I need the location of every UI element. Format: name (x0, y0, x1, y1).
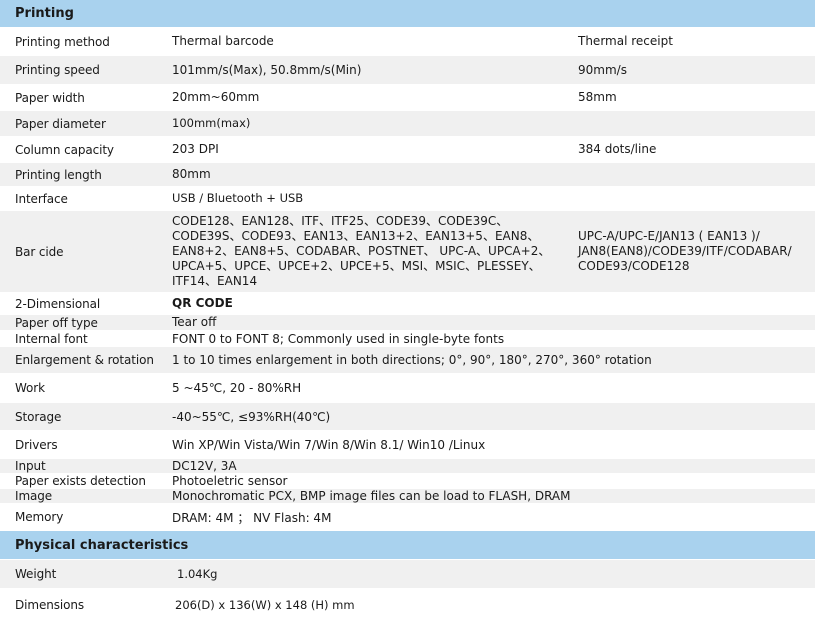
table-row-image: Image Monochromatic PCX, BMP image files… (0, 489, 815, 504)
value: 100mm(max) (172, 116, 251, 130)
table-row-printing-speed: Printing speed 101mm/s(Max), 50.8mm/s(Mi… (0, 56, 815, 85)
row-label: Drivers (15, 437, 58, 452)
row-label: Paper diameter (15, 116, 106, 131)
value: 80mm (172, 167, 211, 181)
barcode-value: 20mm~60mm (172, 90, 260, 104)
row-label: Column capacity (15, 142, 114, 157)
table-row-paper-width: Paper width 20mm~60mm 58mm (0, 85, 815, 111)
row-label: Printing method (15, 34, 110, 49)
value: 1 to 10 times enlargement in both direct… (172, 353, 652, 367)
value: DC12V, 3A (172, 459, 237, 473)
section-header-printing: Printing (0, 0, 815, 28)
section-title: Printing (15, 6, 74, 21)
row-label: Printing speed (15, 63, 100, 77)
table-row-internal-font: Internal font FONT 0 to FONT 8; Commonly… (0, 331, 815, 347)
row-label: Dimensions (15, 597, 85, 612)
row-label: Memory (15, 510, 64, 524)
table-row-memory: Memory DRAM: 4M ； NV Flash: 4M (0, 504, 815, 531)
row-label: Internal font (15, 331, 88, 346)
spec-table: Printing Printing method Thermal barcode… (0, 0, 815, 621)
table-row-input: Input DC12V, 3A (0, 459, 815, 474)
value: Monochromatic PCX, BMP image files can b… (172, 489, 571, 503)
receipt-value: 90mm/s (578, 62, 627, 77)
row-label: Interface (15, 191, 68, 206)
value: DRAM: 4M ； NV Flash: 4M (172, 510, 332, 525)
row-label: Paper width (15, 90, 85, 105)
table-row-2d: 2-Dimensional QR CODE (0, 293, 815, 315)
value: 206(D) x 136(W) x 148 (H) mm (175, 597, 355, 612)
value: -40~55℃, ≤93%RH(40℃) (172, 409, 331, 424)
value: QR CODE (172, 296, 233, 310)
table-row-drivers: Drivers Win XP/Win Vista/Win 7/Win 8/Win… (0, 431, 815, 459)
table-row-printing-method: Printing method Thermal barcode Thermal … (0, 28, 815, 56)
row-label: 2-Dimensional (15, 296, 101, 311)
receipt-value: Thermal receipt (578, 34, 673, 48)
table-row-paper-diameter: Paper diameter 100mm(max) (0, 111, 815, 137)
receipt-value: 384 dots/line (578, 142, 657, 156)
row-label: Paper off type (15, 315, 98, 330)
barcode-value: 203 DPI (172, 142, 219, 156)
table-row-barcode: Bar cide CODE128、EAN128、ITF、ITF25、CODE39… (0, 211, 815, 293)
row-label: Enlargement & rotation (15, 353, 154, 367)
table-row-paper-detection: Paper exists detection Photoeletric sens… (0, 474, 815, 489)
row-label: Image (15, 489, 53, 503)
table-row-work: Work 5 ~45℃, 20 - 80%RH (0, 374, 815, 403)
value: Win XP/Win Vista/Win 7/Win 8/Win 8.1/ Wi… (172, 437, 486, 452)
value: FONT 0 to FONT 8; Commonly used in singl… (172, 331, 505, 346)
value: Tear off (172, 315, 217, 329)
barcode-value: Thermal barcode (172, 34, 274, 48)
value: 5 ~45℃, 20 - 80%RH (172, 381, 302, 395)
table-row-dimensions: Dimensions 206(D) x 136(W) x 148 (H) mm (0, 589, 815, 621)
row-label: Printing length (15, 167, 102, 182)
table-row-weight: Weight 1.04Kg (0, 560, 815, 589)
table-row-paper-off-type: Paper off type Tear off (0, 315, 815, 331)
row-label: Work (15, 381, 45, 395)
table-row-printing-length: Printing length 80mm (0, 163, 815, 187)
section-title: Physical characteristics (15, 537, 189, 553)
value: 1.04Kg (177, 567, 218, 581)
row-label: Paper exists detection (15, 474, 146, 488)
barcode-value: CODE128、EAN128、ITF、ITF25、CODE39、CODE39C、… (172, 214, 551, 288)
barcode-value: 101mm/s(Max), 50.8mm/s(Min) (172, 62, 362, 77)
row-label: Bar cide (15, 244, 64, 259)
row-label: Weight (15, 567, 57, 581)
receipt-value: 58mm (578, 90, 617, 104)
value: Photoeletric sensor (172, 474, 288, 488)
table-row-interface: Interface USB / Bluetooth + USB (0, 187, 815, 211)
table-row-column-capacity: Column capacity 203 DPI 384 dots/line (0, 137, 815, 163)
receipt-value: UPC-A/UPC-E/JAN13 ( EAN13 )/ JAN8(EAN8)/… (578, 229, 792, 273)
table-row-enlargement: Enlargement & rotation 1 to 10 times enl… (0, 347, 815, 374)
row-label: Input (15, 459, 46, 473)
section-header-physical: Physical characteristics (0, 531, 815, 560)
row-label: Storage (15, 409, 62, 424)
table-row-storage: Storage -40~55℃, ≤93%RH(40℃) (0, 403, 815, 431)
value: USB / Bluetooth + USB (172, 191, 304, 205)
